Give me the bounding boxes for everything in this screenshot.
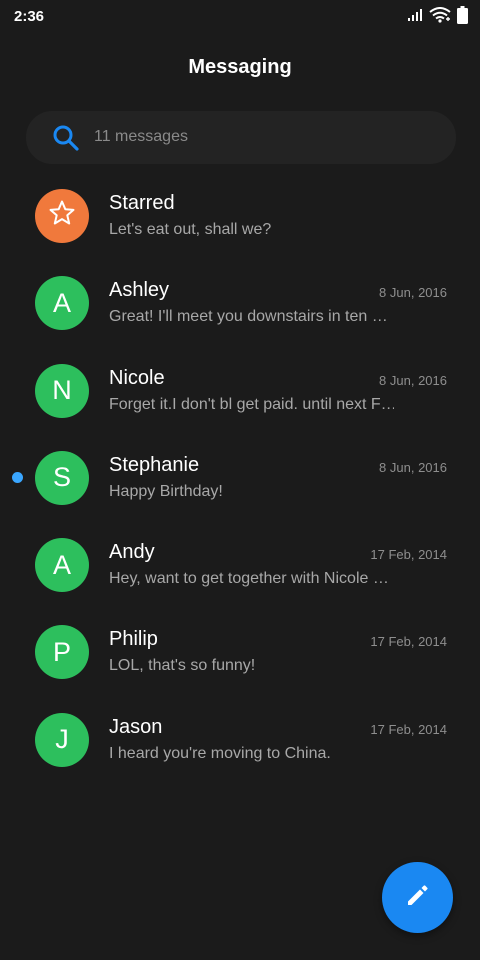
compose-button[interactable] [382, 862, 453, 933]
contact-name: Nicole [109, 366, 165, 389]
contact-name: Jason [109, 715, 163, 738]
conversation-row-nicole[interactable]: N Nicole 8 Jun, 2016 Forget it.I don't b… [0, 347, 480, 434]
search-placeholder[interactable]: 11 messages [94, 128, 188, 146]
unread-indicator [12, 471, 23, 483]
message-preview: Forget it.I don't bl get paid. until nex… [109, 395, 394, 413]
avatar: A [35, 276, 89, 331]
conversation-row-philip[interactable]: P Philip 17 Feb, 2014 LOL, that's so fun… [0, 608, 480, 695]
status-bar: 2:36 [0, 0, 480, 36]
pencil-icon [405, 882, 431, 913]
conversation-row-jason[interactable]: J Jason 17 Feb, 2014 I heard you're movi… [0, 696, 480, 783]
contact-name: Andy [109, 541, 155, 564]
message-date: 8 Jun, 2016 [379, 285, 447, 301]
avatar: P [35, 625, 89, 680]
contact-name: Stephanie [109, 453, 200, 476]
message-preview: Let's eat out, shall we? [109, 221, 272, 238]
message-date: 8 Jun, 2016 [379, 372, 447, 388]
contact-name: Philip [109, 628, 158, 651]
wifi-icon [429, 6, 451, 28]
avatar: A [35, 538, 89, 593]
search-icon [52, 124, 80, 152]
star-icon [48, 199, 76, 234]
message-date: 17 Feb, 2014 [370, 634, 447, 650]
conversation-row-stephanie[interactable]: S Stephanie 8 Jun, 2016 Happy Birthday! [0, 434, 480, 521]
contact-name: Ashley [109, 279, 170, 302]
conversation-row-ashley[interactable]: A Ashley 8 Jun, 2016 Great! I'll meet yo… [0, 259, 480, 346]
message-date: 17 Feb, 2014 [370, 721, 447, 737]
contact-name: Starred [109, 192, 175, 214]
conversation-list: Starred Let's eat out, shall we? A Ashle… [0, 172, 480, 783]
search-bar[interactable]: 11 messages [26, 111, 456, 164]
page-title: Messaging [188, 56, 292, 78]
message-preview: Happy Birthday! [109, 482, 223, 500]
status-time: 2:36 [14, 8, 45, 25]
message-date: 17 Feb, 2014 [370, 547, 447, 563]
avatar-starred [35, 189, 89, 243]
message-date: 8 Jun, 2016 [379, 459, 447, 475]
conversation-row-andy[interactable]: A Andy 17 Feb, 2014 Hey, want to get tog… [0, 521, 480, 608]
message-preview: LOL, that's so funny! [109, 657, 256, 675]
message-preview: Great! I'll meet you downstairs in ten … [109, 308, 388, 326]
status-icons [407, 5, 468, 29]
avatar: S [35, 450, 89, 505]
message-preview: I heard you're moving to China. [109, 744, 331, 762]
message-preview: Hey, want to get together with Nicole … [109, 570, 389, 588]
avatar: J [35, 712, 89, 767]
signal-icon [407, 8, 423, 27]
battery-icon [457, 5, 468, 29]
avatar: N [35, 363, 89, 418]
conversation-row-starred[interactable]: Starred Let's eat out, shall we? [0, 172, 480, 259]
messaging-screen: 2:36 Messaging 11 messages Starred Let's… [0, 0, 480, 960]
